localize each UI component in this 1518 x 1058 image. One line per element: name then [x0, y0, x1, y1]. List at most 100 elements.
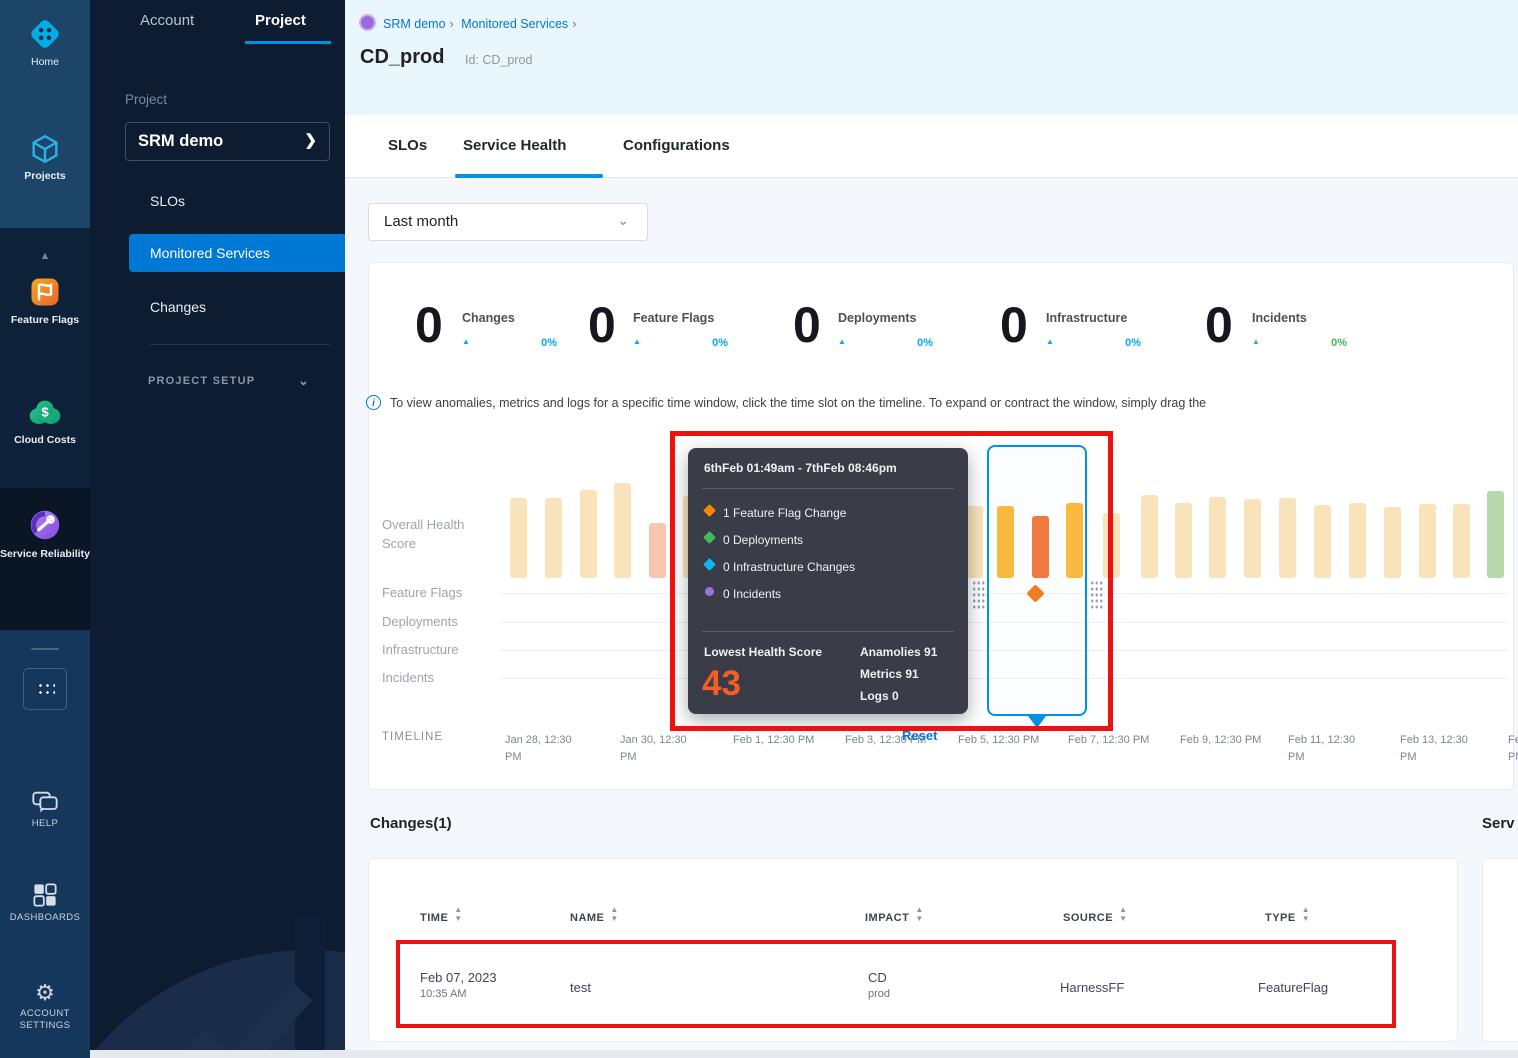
gear-icon: ⚙	[35, 980, 55, 1005]
col-header-type[interactable]: TYPE▲▼	[1265, 905, 1309, 924]
project-avatar	[359, 14, 376, 31]
health-score-bar[interactable]	[1487, 491, 1504, 578]
breadcrumb-project-link[interactable]: SRM demo	[383, 17, 446, 31]
health-score-bar[interactable]	[614, 483, 631, 578]
trend-up-icon: ▲	[1046, 337, 1054, 346]
sort-icon[interactable]: ▲▼	[454, 905, 461, 923]
sidebar-divider	[31, 648, 59, 650]
nav-item-changes[interactable]: Changes	[90, 288, 345, 326]
health-score-bar[interactable]	[1349, 503, 1366, 578]
col-header-source[interactable]: SOURCE▲▼	[1063, 905, 1126, 924]
time-range-dropdown[interactable]: Last month ⌄	[368, 203, 648, 241]
counter-delta-deployments: ▲ 0%	[838, 337, 933, 349]
counter-label-incidents: Incidents	[1252, 311, 1307, 325]
project-selector[interactable]: SRM demo ❯	[125, 122, 330, 161]
bottom-edge-strip	[90, 1050, 1518, 1058]
dashboards-icon	[32, 882, 58, 908]
collapse-arrow-icon[interactable]: ▲	[0, 250, 90, 262]
project-setup-label[interactable]: PROJECT SETUP	[148, 375, 255, 387]
sort-icon[interactable]: ▲▼	[610, 905, 617, 923]
project-nav-panel: Account Project Project SRM demo ❯ SLOs …	[90, 0, 345, 1058]
counter-value-feature-flags: 0	[588, 300, 616, 350]
timeline-tick-label: Jan 30, 12:30PM	[620, 732, 715, 765]
tab-account[interactable]: Account	[140, 12, 194, 29]
annotation-box-change-row	[396, 940, 1396, 1028]
tab-slos[interactable]: SLOs	[388, 137, 427, 154]
tab-configurations[interactable]: Configurations	[623, 137, 730, 154]
breadcrumb: SRM demo› Monitored Services›	[383, 17, 580, 31]
health-score-bar[interactable]	[1209, 497, 1226, 578]
nav-item-monitored-services[interactable]: Monitored Services	[129, 234, 345, 272]
changes-heading: Changes(1)	[370, 815, 452, 832]
health-score-bar[interactable]	[1244, 499, 1261, 578]
module-grid-button[interactable]	[23, 668, 67, 710]
trend-up-icon: ▲	[1252, 337, 1260, 346]
health-score-bar[interactable]	[1419, 504, 1436, 578]
timeline-tick-label: Feb 15, 12:30PM	[1508, 732, 1518, 765]
service-tabs: SLOs Service Health Configurations	[345, 115, 1518, 178]
sidebar-item-service-reliability[interactable]: Service Reliability	[0, 506, 90, 561]
sidebar-item-home[interactable]: Home	[0, 16, 90, 69]
health-score-bar[interactable]	[1314, 505, 1331, 578]
service-health-side-card	[1482, 858, 1518, 1042]
page-title: CD_prod	[360, 46, 444, 69]
sidebar-item-label: ACCOUNT SETTINGS	[0, 1008, 90, 1032]
col-header-name[interactable]: NAME▲▼	[570, 905, 617, 924]
cloud-costs-icon: $	[26, 396, 64, 430]
sort-icon[interactable]: ▲▼	[1302, 905, 1309, 923]
page-id: Id: CD_prod	[465, 53, 532, 67]
sidebar-item-label: Service Reliability	[0, 548, 90, 561]
row-label-overall-health: Overall Health Score	[382, 516, 500, 554]
trend-up-icon: ▲	[462, 337, 470, 346]
service-panel-heading: Serv	[1482, 815, 1515, 832]
health-score-bar[interactable]	[1384, 507, 1401, 578]
info-icon: i	[366, 395, 381, 410]
col-header-impact[interactable]: IMPACT▲▼	[865, 905, 922, 924]
chevron-down-icon: ⌄	[617, 212, 629, 229]
app-window: Home Projects ▲ Feature Flags	[0, 0, 1518, 1058]
row-label-feature-flags: Feature Flags	[382, 584, 500, 603]
health-score-bar[interactable]	[545, 498, 562, 578]
sidebar-item-dashboards[interactable]: DASHBOARDS	[0, 882, 90, 924]
trend-up-icon: ▲	[633, 337, 641, 346]
sidebar-item-label: Home	[0, 56, 90, 69]
row-label-deployments: Deployments	[382, 613, 500, 632]
chevron-right-icon: ❯	[304, 131, 317, 149]
grid-icon	[37, 682, 55, 698]
timeline-axis-label: TIMELINE	[382, 731, 443, 743]
health-score-bar[interactable]	[510, 498, 527, 578]
col-header-time[interactable]: TIME▲▼	[420, 905, 461, 924]
sidebar-item-label: Cloud Costs	[0, 434, 90, 447]
counter-value-incidents: 0	[1205, 300, 1233, 350]
sidebar-item-cloud-costs[interactable]: $ Cloud Costs	[0, 396, 90, 447]
sidebar-item-label: Feature Flags	[0, 314, 90, 327]
sidebar-item-feature-flags[interactable]: Feature Flags	[0, 274, 90, 327]
timeline-info-note: i To view anomalies, metrics and logs fo…	[390, 396, 1206, 410]
timeline-tick-label: Feb 11, 12:30PM	[1288, 732, 1383, 765]
breadcrumb-monitored-services-link[interactable]: Monitored Services	[461, 17, 568, 31]
health-score-bar[interactable]	[580, 490, 597, 578]
health-score-bar[interactable]	[1175, 503, 1192, 578]
tab-project[interactable]: Project	[255, 12, 306, 29]
sidebar-item-help[interactable]: HELP	[0, 790, 90, 830]
sidebar-item-projects[interactable]: Projects	[0, 132, 90, 183]
health-score-bar[interactable]	[1279, 498, 1296, 578]
row-label-incidents: Incidents	[382, 669, 500, 688]
annotation-box-timeline	[670, 431, 1113, 731]
health-score-bar[interactable]	[1453, 504, 1470, 578]
nav-item-label: Monitored Services	[150, 245, 270, 261]
tab-service-health[interactable]: Service Health	[463, 137, 566, 154]
counter-delta-changes: ▲ 0%	[462, 337, 557, 349]
timeline-tick-label: Feb 9, 12:30 PM	[1180, 732, 1275, 749]
nav-item-slos[interactable]: SLOs	[90, 182, 345, 220]
health-score-bar[interactable]	[649, 523, 666, 578]
sort-icon[interactable]: ▲▼	[915, 905, 922, 923]
sort-icon[interactable]: ▲▼	[1119, 905, 1126, 923]
sidebar-item-label: DASHBOARDS	[0, 912, 90, 924]
timeline-tick-label: Feb 1, 12:30 PM	[733, 732, 828, 749]
health-score-bar[interactable]	[1141, 495, 1158, 578]
counter-label-infrastructure: Infrastructure	[1046, 311, 1127, 325]
trend-up-icon: ▲	[838, 337, 846, 346]
sidebar-item-account-settings[interactable]: ⚙ ACCOUNT SETTINGS	[0, 982, 90, 1032]
timeline-tick-label: Jan 28, 12:30PM	[505, 732, 600, 765]
